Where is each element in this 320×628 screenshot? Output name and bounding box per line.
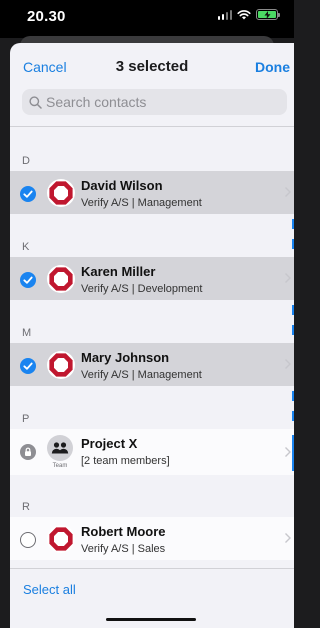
chevron-right-icon: [285, 533, 291, 543]
verify-logo: [47, 525, 75, 553]
select-all-button[interactable]: Select all: [23, 582, 76, 597]
contact-subtitle: Verify A/S | Development: [81, 283, 203, 295]
contact-row-project-x[interactable]: Team Project X [2 team members]: [10, 429, 294, 475]
chevron-right-icon: [285, 273, 291, 283]
done-button[interactable]: Done: [255, 59, 290, 75]
contact-row-david-wilson[interactable]: David Wilson Verify A/S | Management: [10, 171, 294, 214]
avatar-caption: Team: [52, 463, 68, 469]
verify-logo: [47, 351, 75, 379]
status-bar: 20.30: [0, 0, 294, 38]
section-header-r: R: [22, 501, 30, 513]
section-index[interactable]: [292, 325, 294, 335]
section-index[interactable]: [292, 411, 294, 421]
search-icon: [29, 95, 42, 109]
chevron-right-icon: [285, 359, 291, 369]
contact-picker-sheet: Cancel 3 selected Done D David Wilson Ve…: [10, 43, 294, 628]
section-index[interactable]: [292, 391, 294, 401]
verify-logo: [47, 179, 75, 207]
home-indicator: [106, 618, 196, 621]
contact-name: Project X: [81, 436, 138, 451]
bottom-toolbar: Select all: [10, 568, 294, 628]
lock-icon: [20, 444, 36, 460]
team-icon: [47, 435, 73, 461]
verify-logo: [47, 265, 75, 293]
contact-name: Karen Miller: [81, 264, 156, 279]
contact-row-mary-johnson[interactable]: Mary Johnson Verify A/S | Management: [10, 343, 294, 386]
status-icons: [217, 9, 280, 20]
battery-icon: [256, 9, 280, 20]
chevron-right-icon: [285, 447, 291, 457]
status-time: 20.30: [27, 8, 66, 25]
contact-name: Robert Moore: [81, 524, 166, 539]
checkmark-icon[interactable]: [20, 272, 36, 288]
wifi-icon: [237, 10, 251, 20]
section-index[interactable]: [292, 435, 294, 471]
chevron-right-icon: [285, 187, 291, 197]
section-index[interactable]: [292, 219, 294, 229]
section-index[interactable]: [292, 239, 294, 249]
section-header-d: D: [22, 155, 30, 167]
contact-name: Mary Johnson: [81, 350, 170, 365]
page-title: 3 selected: [115, 58, 189, 75]
contact-name: David Wilson: [81, 178, 163, 193]
contact-row-karen-miller[interactable]: Karen Miller Verify A/S | Development: [10, 257, 294, 300]
contact-subtitle: Verify A/S | Sales: [81, 543, 166, 555]
nav-bar: Cancel 3 selected Done: [10, 43, 294, 87]
section-header-m: M: [22, 327, 32, 339]
divider: [10, 126, 294, 127]
search-input[interactable]: [46, 94, 276, 110]
checkmark-icon[interactable]: [20, 186, 36, 202]
search-bar[interactable]: [22, 89, 287, 115]
section-header-p: P: [22, 413, 30, 425]
signal-icon: [217, 9, 232, 20]
contact-subtitle: Verify A/S | Management: [81, 369, 202, 381]
contact-row-robert-moore[interactable]: Robert Moore Verify A/S | Sales: [10, 517, 294, 560]
checkmark-icon[interactable]: [20, 358, 36, 374]
section-header-k: K: [22, 241, 30, 253]
section-index[interactable]: [292, 305, 294, 315]
checkbox-empty[interactable]: [20, 532, 36, 548]
contact-subtitle: [2 team members]: [81, 455, 170, 467]
contact-subtitle: Verify A/S | Management: [81, 197, 202, 209]
